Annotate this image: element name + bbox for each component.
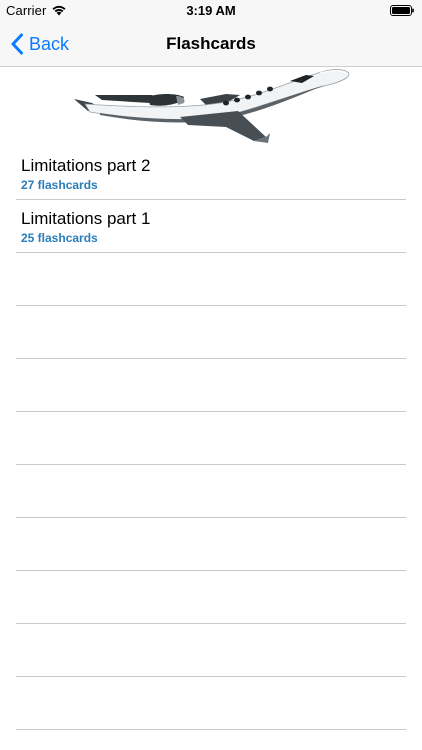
deck-card-count: 25 flashcards xyxy=(21,231,98,245)
empty-row xyxy=(16,624,406,677)
hero-banner xyxy=(0,67,422,149)
empty-row xyxy=(16,412,406,465)
empty-row xyxy=(16,518,406,571)
deck-card-count: 27 flashcards xyxy=(21,178,98,192)
list-item[interactable]: Limitations part 1 25 flashcards xyxy=(16,200,406,253)
empty-row xyxy=(16,465,406,518)
business-jet-icon xyxy=(74,69,350,143)
empty-row xyxy=(16,253,406,306)
empty-row xyxy=(16,571,406,624)
page-title: Flashcards xyxy=(166,34,256,53)
empty-row xyxy=(16,359,406,412)
empty-row xyxy=(16,677,406,730)
list-item[interactable]: Limitations part 2 27 flashcards xyxy=(16,147,406,200)
deck-title: Limitations part 2 xyxy=(21,156,151,175)
battery-icon xyxy=(390,5,414,16)
status-bar: Carrier 3:19 AM xyxy=(0,0,422,22)
clock: 3:19 AM xyxy=(186,3,236,18)
deck-title: Limitations part 1 xyxy=(21,209,151,228)
empty-row xyxy=(16,306,406,359)
navigation-bar: Back Flashcards xyxy=(0,22,422,67)
flashcard-deck-list: Limitations part 2 27 flashcards Limitat… xyxy=(16,147,406,730)
